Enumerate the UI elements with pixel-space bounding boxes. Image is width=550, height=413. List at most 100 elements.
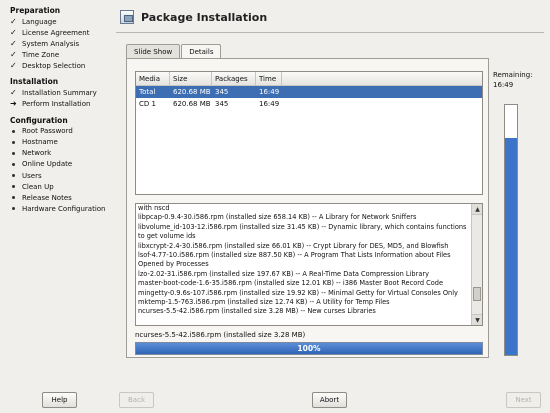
sidebar-step: Language	[10, 16, 114, 27]
sidebar-step-label: Hostname	[22, 138, 58, 147]
installation-log[interactable]: with nscd libpcap-0.9.4-30.i586.rpm (inst…	[135, 203, 483, 326]
bullet-icon	[10, 203, 22, 214]
package-progress-bar: 100%	[135, 342, 483, 355]
bullet-icon	[10, 170, 22, 181]
title-divider	[116, 32, 544, 33]
sidebar-step-label: Network	[22, 149, 52, 158]
sidebar-step: Installation Summary	[10, 87, 114, 98]
sidebar-step: Hostname	[10, 137, 114, 148]
column-header-media[interactable]: Media	[136, 72, 170, 85]
table-row[interactable]: Total 620.68 MB 345 16:49	[136, 86, 482, 98]
log-lines: with nscd libpcap-0.9.4-30.i586.rpm (inst…	[138, 204, 470, 317]
remaining-time: Remaining: 16:49	[493, 70, 533, 90]
log-line: libpcap-0.9.4-30.i586.rpm (installed siz…	[138, 213, 417, 222]
sidebar-step: Online Update	[10, 159, 114, 170]
packages-cell: 345	[215, 88, 229, 96]
progress-label: 100%	[297, 344, 321, 353]
back-button[interactable]: Back	[119, 392, 154, 408]
checkmark-icon	[10, 49, 22, 60]
sidebar-step-label: Clean Up	[22, 182, 54, 191]
log-line: Opened by Processes	[138, 260, 209, 269]
bullet-icon	[10, 181, 22, 192]
sidebar-step: Hardware Configuration	[10, 203, 114, 214]
column-header-packages[interactable]: Packages	[212, 72, 256, 85]
packages-cell: 345	[215, 100, 229, 108]
sidebar-step-label: Users	[22, 171, 42, 180]
size-cell: 620.68 MB	[173, 88, 211, 96]
main-panel: Package Installation Slide Show Details …	[116, 6, 544, 384]
sidebar-step-label: Desktop Selection	[22, 61, 86, 70]
checkmark-icon	[10, 16, 22, 27]
bullet-icon	[10, 192, 22, 203]
sidebar-step-label: Language	[22, 17, 57, 26]
sidebar-step-label: Installation Summary	[22, 89, 97, 98]
checkmark-icon	[10, 60, 22, 71]
bullet-icon	[10, 159, 22, 170]
scroll-thumb[interactable]	[473, 287, 481, 301]
checkmark-icon	[10, 88, 22, 99]
sidebar-step-label: Perform Installation	[22, 100, 91, 109]
media-cell: Total	[139, 88, 156, 96]
bullet-icon	[10, 137, 22, 148]
sidebar-section-title: Installation	[10, 77, 59, 87]
tab-details[interactable]: Details	[181, 44, 222, 59]
table-row[interactable]: CD 1 620.68 MB 345 16:49	[136, 98, 482, 110]
sidebar-step: Release Notes	[10, 192, 114, 203]
checkmark-icon	[10, 38, 22, 49]
checkmark-icon	[10, 27, 22, 38]
package-installer-icon	[120, 10, 134, 24]
sidebar-step: Perform Installation	[10, 99, 114, 110]
sidebar-step-label: Release Notes	[22, 193, 72, 202]
scroll-up-arrow-icon[interactable]: ▲	[472, 204, 482, 215]
log-line: mingetty-0.9.6s-107.i586.rpm (installed …	[138, 288, 458, 297]
log-line: with nscd	[138, 204, 170, 212]
size-cell: 620.68 MB	[173, 100, 211, 108]
sidebar-step: Clean Up	[10, 181, 114, 192]
time-cell: 16:49	[259, 100, 280, 108]
sidebar-step: Desktop Selection	[10, 60, 114, 71]
sidebar-step: Network	[10, 148, 114, 159]
sidebar-step-label: License Agreement	[22, 28, 90, 37]
sidebar-section-title: Preparation	[10, 6, 61, 15]
remaining-value: 16:49	[493, 81, 514, 89]
sidebar-step-label: Hardware Configuration	[22, 204, 106, 213]
media-cell: CD 1	[139, 100, 156, 108]
column-header-size[interactable]: Size	[170, 72, 212, 85]
sidebar-step-label: System Analysis	[22, 39, 80, 48]
current-package-label: ncurses-5.5-42.i586.rpm (installed size …	[135, 331, 306, 339]
sidebar-step: Root Password	[10, 126, 114, 137]
sidebar-step: Time Zone	[10, 49, 114, 60]
remaining-fill	[505, 137, 517, 355]
remaining-label: Remaining:	[493, 71, 533, 79]
next-button[interactable]: Next	[506, 392, 541, 408]
sidebar-step: System Analysis	[10, 38, 114, 49]
installation-steps-sidebar: Preparation Language License Agreement Syst…	[0, 0, 114, 380]
tab-slide-show[interactable]: Slide Show	[126, 44, 181, 58]
column-header-time[interactable]: Time	[256, 72, 282, 85]
time-cell: 16:49	[259, 88, 280, 96]
log-line: mktemp-1.5-763.i586.rpm (installed size …	[138, 297, 390, 306]
sidebar-step-label: Online Update	[22, 160, 73, 169]
tab-bar: Slide Show Details	[126, 44, 222, 59]
help-button[interactable]: Help	[42, 392, 77, 408]
log-line: libxcrypt-2.4-30.i586.rpm (installed siz…	[138, 241, 449, 250]
media-table[interactable]: Media Size Packages Time Total 620.68 MB…	[135, 71, 483, 195]
title-bar: Package Installation	[116, 6, 544, 28]
log-scrollbar[interactable]: ▲ ▼	[471, 204, 482, 325]
log-line: to get volume ids	[138, 232, 196, 241]
abort-button[interactable]: Abort	[312, 392, 347, 408]
details-pane: Media Size Packages Time Total 620.68 MB…	[126, 58, 489, 358]
media-table-header: Media Size Packages Time	[136, 72, 482, 86]
log-line: libvolume_id-103-12.i586.rpm (installed …	[138, 222, 467, 231]
log-line: ncurses-5.5-42.i586.rpm (installed size …	[138, 307, 376, 316]
log-line: lsof-4.77-10.i586.rpm (installed size 88…	[138, 250, 451, 259]
scroll-down-arrow-icon[interactable]: ▼	[472, 314, 482, 325]
log-line: lzo-2.02-31.i586.rpm (installed size 197…	[138, 269, 429, 278]
sidebar-step: License Agreement	[10, 27, 114, 38]
arrow-right-icon	[10, 99, 22, 110]
sidebar-step-label: Root Password	[22, 127, 73, 136]
bullet-icon	[10, 148, 22, 159]
bullet-icon	[10, 126, 22, 137]
sidebar-step-label: Time Zone	[22, 50, 60, 59]
page-title: Package Installation	[141, 10, 268, 24]
